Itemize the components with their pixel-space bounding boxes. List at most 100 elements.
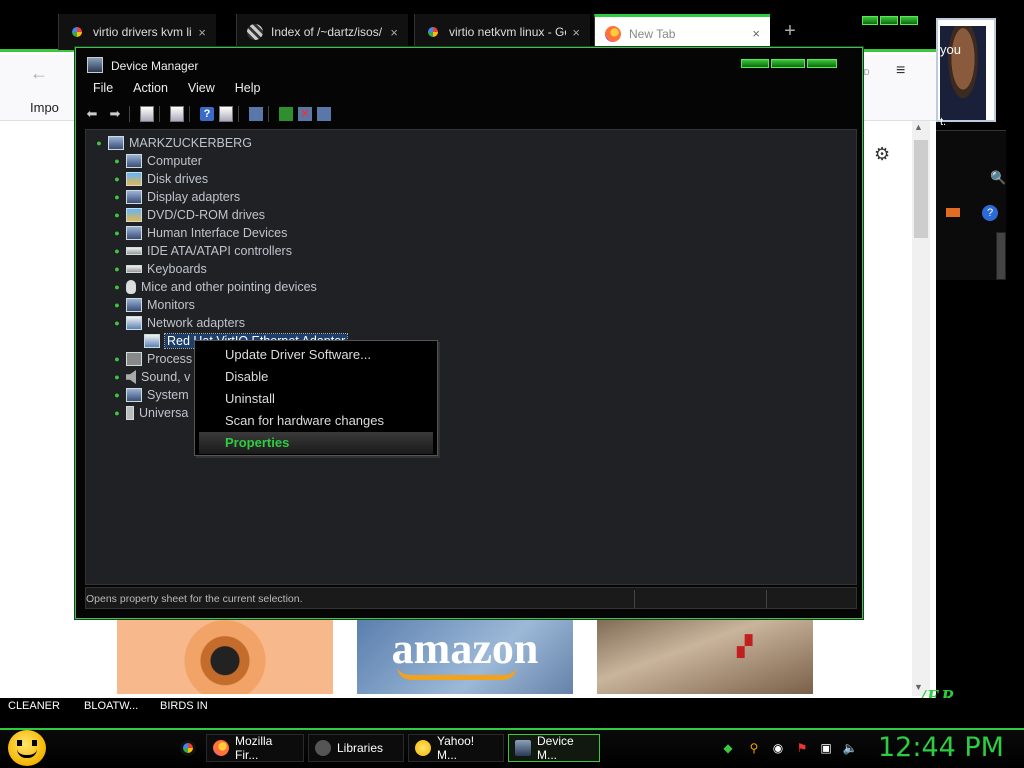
action-pane-icon[interactable] xyxy=(219,106,233,122)
close-button[interactable] xyxy=(900,16,918,25)
tree-category[interactable]: ● IDE ATA/ATAPI controllers xyxy=(108,242,292,260)
tree-category[interactable]: ● Universa xyxy=(108,404,188,422)
taskbar-button-yahoo[interactable]: Yahoo! M... xyxy=(408,734,504,762)
menu-view[interactable]: View xyxy=(188,81,215,99)
desktop-label[interactable]: BIRDS IN xyxy=(160,700,208,712)
start-button-smiley-icon[interactable] xyxy=(8,730,46,766)
expand-icon[interactable]: ● xyxy=(108,372,126,382)
expand-icon[interactable]: ● xyxy=(108,174,126,184)
taskbar-clock[interactable]: 12:44 PM xyxy=(878,732,1004,763)
tree-root[interactable]: ● MARKZUCKERBERG xyxy=(90,134,252,152)
back-arrow-icon[interactable]: ⬅ xyxy=(83,105,101,123)
expand-icon[interactable]: ● xyxy=(108,282,126,292)
expand-icon[interactable]: ● xyxy=(108,246,126,256)
tab-new-tab[interactable]: New Tab × xyxy=(594,14,770,50)
volume-icon[interactable]: 🔈 xyxy=(842,740,858,756)
settings-gear-icon[interactable]: ⚙ xyxy=(874,144,890,165)
scan-hardware-icon[interactable] xyxy=(249,107,263,121)
search-tray-icon[interactable]: ⚲ xyxy=(746,740,762,756)
expand-icon[interactable]: ● xyxy=(108,390,126,400)
window-title: Device Manager xyxy=(111,59,199,73)
show-hide-console-icon[interactable] xyxy=(140,106,154,122)
close-icon[interactable]: × xyxy=(390,25,398,40)
collapse-icon[interactable]: ● xyxy=(108,318,126,328)
toolbar: ⬅ ➡ ? ✕ xyxy=(83,103,857,125)
menu-file[interactable]: File xyxy=(93,81,113,99)
expand-icon[interactable]: ● xyxy=(108,192,126,202)
tree-category[interactable]: ● Process xyxy=(108,350,192,368)
scroll-up-arrow[interactable]: ▲ xyxy=(914,122,923,132)
minimize-button[interactable] xyxy=(862,16,878,25)
widget-scrollbar[interactable] xyxy=(996,232,1006,280)
close-icon[interactable]: × xyxy=(572,25,580,40)
properties-icon[interactable] xyxy=(170,106,184,122)
tree-category[interactable]: ● Disk drives xyxy=(108,170,208,188)
search-icon[interactable]: 🔍 xyxy=(990,170,1006,186)
tree-category[interactable]: ● Computer xyxy=(108,152,202,170)
help-icon[interactable]: ? xyxy=(200,107,214,121)
forward-arrow-icon[interactable]: ➡ xyxy=(106,105,124,123)
expand-icon[interactable]: ● xyxy=(108,210,126,220)
action-center-flag-icon[interactable]: ⚑ xyxy=(794,740,810,756)
menu-action[interactable]: Action xyxy=(133,81,168,99)
taskbar-button-firefox[interactable]: Mozilla Fir... xyxy=(206,734,304,762)
tree-category[interactable]: ● Keyboards xyxy=(108,260,206,278)
import-bookmarks-button[interactable]: Impo xyxy=(30,100,59,115)
expand-icon[interactable]: ● xyxy=(108,408,126,418)
expand-icon[interactable]: ● xyxy=(108,228,126,238)
top-site-tile-amazon[interactable]: amazon xyxy=(357,620,573,694)
amazon-smile-icon xyxy=(397,666,517,680)
tree-category-label: Disk drives xyxy=(147,172,209,186)
ide-controller-icon xyxy=(126,247,142,255)
menu-item-update-driver[interactable]: Update Driver Software... xyxy=(199,344,433,366)
top-site-tile[interactable] xyxy=(117,620,333,694)
top-site-tile[interactable]: ▞ xyxy=(597,620,813,694)
tab-virtio-drivers[interactable]: virtio drivers kvm linux × xyxy=(58,14,216,50)
menu-item-properties[interactable]: Properties xyxy=(199,432,433,454)
taskbar-button-device-manager[interactable]: Device M... xyxy=(508,734,600,762)
uninstall-device-icon[interactable] xyxy=(317,107,331,121)
person-photo xyxy=(940,26,986,120)
taskbar-button-libraries[interactable]: Libraries xyxy=(308,734,404,762)
menu-item-uninstall[interactable]: Uninstall xyxy=(199,388,433,410)
close-icon[interactable]: × xyxy=(752,26,760,41)
menu-help[interactable]: Help xyxy=(235,81,261,99)
new-tab-button[interactable]: + xyxy=(778,20,802,44)
tree-category[interactable]: ● Mice and other pointing devices xyxy=(108,278,317,296)
update-driver-icon[interactable] xyxy=(279,107,293,121)
minimize-button[interactable] xyxy=(741,59,769,68)
close-button[interactable] xyxy=(807,59,837,68)
tree-category[interactable]: ● DVD/CD-ROM drives xyxy=(108,206,265,224)
network-tray-icon[interactable]: ◆ xyxy=(720,740,736,756)
menu-item-disable[interactable]: Disable xyxy=(199,366,433,388)
tree-category[interactable]: ● Display adapters xyxy=(108,188,240,206)
maximize-button[interactable] xyxy=(771,59,805,68)
back-button[interactable]: ← xyxy=(30,63,48,84)
messenger-tray-icon[interactable]: ◉ xyxy=(770,740,786,756)
display-adapter-icon xyxy=(126,190,142,204)
desktop-label[interactable]: BLOATW... xyxy=(84,700,138,712)
title-bar[interactable]: Device Manager xyxy=(75,47,863,81)
maximize-button[interactable] xyxy=(880,16,898,25)
help-icon[interactable]: ? xyxy=(982,205,998,221)
taskbar-chrome-button[interactable] xyxy=(174,734,208,762)
tab-index-isos[interactable]: Index of /~dartz/isos/ × xyxy=(236,14,408,50)
expand-icon[interactable]: ● xyxy=(108,264,126,274)
network-connection-icon[interactable]: ▣ xyxy=(818,740,834,756)
expand-icon[interactable]: ● xyxy=(108,156,126,166)
tree-category[interactable]: ● Sound, v xyxy=(108,368,190,386)
expand-icon[interactable]: ● xyxy=(108,300,126,310)
tree-category[interactable]: ● Monitors xyxy=(108,296,195,314)
desktop-label[interactable]: CLEANER xyxy=(8,700,60,712)
disable-device-icon[interactable]: ✕ xyxy=(298,106,312,121)
expand-icon[interactable]: ● xyxy=(108,354,126,364)
tree-category[interactable]: ● Human Interface Devices xyxy=(108,224,287,242)
hamburger-menu-icon[interactable]: ≡ xyxy=(896,62,905,80)
scrollbar-thumb[interactable] xyxy=(914,140,928,238)
menu-item-scan-hardware[interactable]: Scan for hardware changes xyxy=(199,410,433,432)
tree-category[interactable]: ● Network adapters xyxy=(108,314,245,332)
tree-category[interactable]: ● System xyxy=(108,386,189,404)
collapse-icon[interactable]: ● xyxy=(90,138,108,148)
close-icon[interactable]: × xyxy=(198,25,206,40)
tab-virtio-netkvm[interactable]: virtio netkvm linux - Go × xyxy=(414,14,590,50)
